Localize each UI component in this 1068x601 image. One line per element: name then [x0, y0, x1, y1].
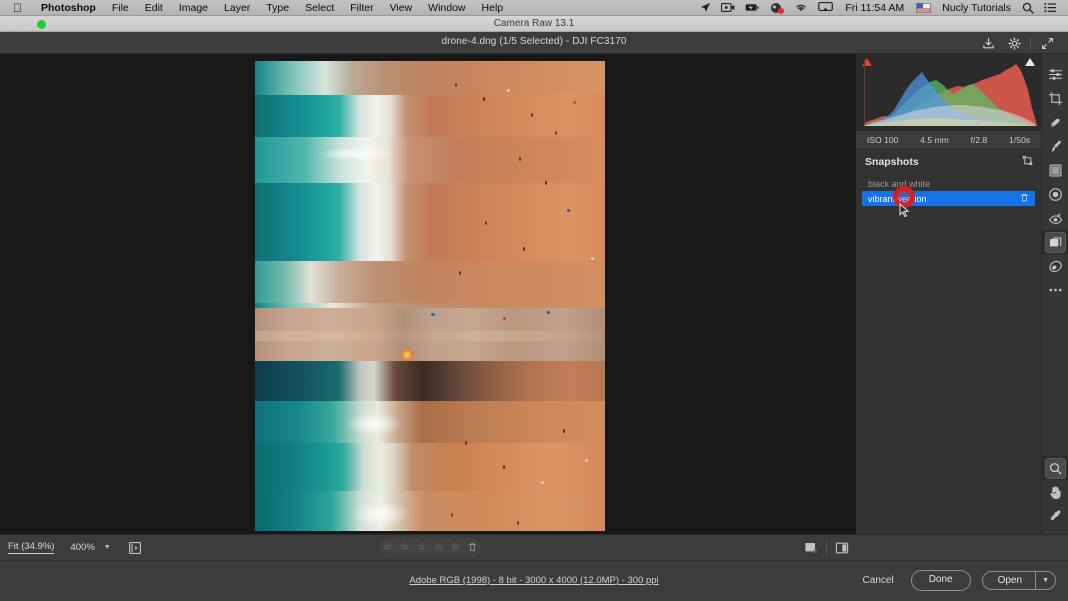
done-button[interactable]: Done — [910, 570, 971, 591]
cancel-button[interactable]: Cancel — [857, 572, 900, 589]
red-eye-tool[interactable] — [1042, 206, 1068, 230]
star-outline-icon[interactable]: ☆ — [434, 542, 443, 553]
tool-rail-gap — [1042, 302, 1068, 456]
filmstrip-toggle-icon[interactable] — [127, 540, 143, 556]
open-button-group: Open ▼ — [981, 570, 1056, 590]
more-options-tool[interactable] — [1042, 278, 1068, 302]
macos-menu-bar:  Photoshop File Edit Image Layer Type S… — [0, 0, 1068, 16]
menu-item-image[interactable]: Image — [171, 2, 216, 14]
adjustment-brush-tool[interactable] — [1042, 134, 1068, 158]
save-image-icon[interactable] — [975, 35, 1001, 52]
wifi-icon[interactable] — [789, 2, 813, 13]
menu-item-layer[interactable]: Layer — [216, 2, 258, 14]
window-title: Camera Raw 13.1 — [493, 18, 575, 29]
control-center-icon[interactable] — [1039, 2, 1062, 13]
crop-tool[interactable] — [1042, 86, 1068, 110]
white-balance-eyedropper-tool[interactable] — [1042, 504, 1068, 528]
before-after-split-view-icon[interactable] — [831, 539, 853, 557]
menu-item-window[interactable]: Window — [420, 2, 473, 14]
toolbar-divider — [1030, 37, 1031, 50]
expand-arrows-icon[interactable] — [1034, 35, 1060, 52]
bottom-toolbar: Fit (34.9%) 400% ▼ ☆ ☆ ☆ ☆ ☆ — [0, 534, 1068, 560]
exif-focal-length: 4.5 mm — [920, 135, 949, 145]
footer-bar: Adobe RGB (1998) - 8 bit - 3000 x 4000 (… — [0, 560, 1068, 601]
presets-tool[interactable] — [1042, 254, 1068, 278]
reject-trash-icon[interactable] — [468, 539, 477, 557]
histogram-graph — [864, 64, 1037, 126]
chevron-down-icon: ▼ — [103, 544, 111, 551]
exif-aperture: f/2.8 — [970, 135, 988, 145]
exif-strip: ISO 100 4.5 mm f/2.8 1/50s — [856, 132, 1041, 149]
view-mode-group — [800, 539, 853, 557]
menu-item-filter[interactable]: Filter — [342, 2, 381, 14]
graduated-filter-tool[interactable] — [1042, 158, 1068, 182]
window-title-bar: Camera Raw 13.1 — [0, 16, 1068, 32]
spot-removal-tool[interactable] — [1042, 110, 1068, 134]
exif-iso: ISO 100 — [866, 135, 899, 145]
edit-sliders-tool[interactable] — [1042, 62, 1068, 86]
file-title-label: drone-4.dng (1/5 Selected) - DJI FC3170 — [441, 36, 627, 47]
open-button[interactable]: Open — [983, 572, 1035, 589]
single-view-icon[interactable] — [800, 539, 822, 557]
menu-item-file[interactable]: File — [104, 2, 137, 14]
menu-item-help[interactable]: Help — [474, 2, 512, 14]
image-canvas[interactable] — [0, 54, 856, 534]
camera-raw-window:  Photoshop File Edit Image Layer Type S… — [0, 0, 1068, 601]
app-badge-icon[interactable] — [765, 2, 789, 14]
snapshots-list: black and white vibrant version — [856, 175, 1041, 206]
menu-item-type[interactable]: Type — [258, 2, 297, 14]
star-outline-icon[interactable]: ☆ — [400, 542, 409, 553]
keyboard-flag-icon[interactable] — [911, 2, 936, 13]
star-outline-icon[interactable]: ☆ — [451, 542, 460, 553]
hand-tool[interactable] — [1042, 480, 1068, 504]
snapshots-tool[interactable] — [1042, 230, 1068, 254]
zoom-level-value: 400% — [70, 542, 95, 553]
beach-umbrella — [401, 349, 413, 361]
snapshots-title: Snapshots — [865, 156, 919, 168]
snapshot-item-black-and-white[interactable]: black and white — [862, 176, 1035, 191]
histogram-panel[interactable] — [856, 54, 1041, 132]
screen-record-icon[interactable] — [716, 2, 740, 13]
menu-item-view[interactable]: View — [382, 2, 421, 14]
airplay-icon[interactable] — [813, 2, 838, 13]
panel-expand-icon[interactable] — [1022, 153, 1033, 171]
mouse-pointer-icon — [899, 202, 910, 223]
menubar-clock[interactable]: Fri 11:54 AM — [838, 2, 911, 14]
star-outline-icon[interactable]: ☆ — [417, 542, 426, 553]
star-outline-icon[interactable]: ☆ — [383, 542, 392, 553]
chevron-down-icon[interactable]: ▼ — [1036, 572, 1055, 589]
menu-item-select[interactable]: Select — [297, 2, 342, 14]
menu-item-edit[interactable]: Edit — [137, 2, 171, 14]
app-top-toolbar: drone-4.dng (1/5 Selected) - DJI FC3170 — [0, 32, 1068, 54]
top-toolbar-icons — [975, 35, 1060, 52]
apple-logo-icon[interactable]:  — [13, 2, 22, 14]
exif-shutter-speed: 1/50s — [1009, 135, 1031, 145]
snapshots-panel-header: Snapshots — [856, 149, 1041, 175]
gear-icon[interactable] — [1001, 35, 1027, 52]
fit-zoom-label[interactable]: Fit (34.9%) — [8, 541, 55, 554]
right-panel: ISO 100 4.5 mm f/2.8 1/50s Snapshots bla… — [856, 54, 1041, 534]
location-arrow-icon[interactable] — [695, 2, 716, 13]
snapshot-item-vibrant-version[interactable]: vibrant version — [862, 191, 1035, 206]
search-icon[interactable] — [1017, 2, 1039, 14]
radial-filter-tool[interactable] — [1042, 182, 1068, 206]
view-mode-divider — [826, 541, 827, 555]
battery-icon[interactable] — [740, 2, 765, 13]
menu-item-photoshop[interactable]: Photoshop — [33, 2, 104, 14]
trash-icon[interactable] — [1020, 193, 1029, 204]
menubar-user-name[interactable]: Nucly Tutorials — [936, 2, 1017, 14]
zoom-level-select[interactable]: 400% ▼ — [70, 542, 110, 553]
rating-control: ☆ ☆ ☆ ☆ ☆ — [379, 538, 481, 557]
tool-rail — [1041, 54, 1068, 546]
footer-buttons: Cancel Done Open ▼ — [857, 570, 1056, 591]
raw-photo-preview[interactable] — [255, 61, 605, 531]
zoom-tool[interactable] — [1042, 456, 1068, 480]
